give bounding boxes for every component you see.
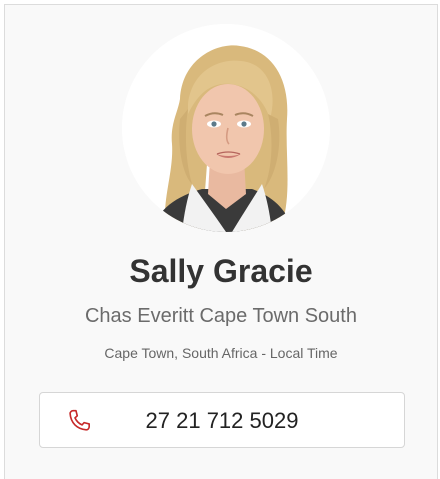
agent-agency: Chas Everitt Cape Town South — [84, 305, 357, 327]
agent-avatar — [122, 24, 330, 232]
agent-card: Sally Gracie Chas Everitt Cape Town Sout… — [4, 4, 438, 479]
agent-location-time: Cape Town, South Africa - Local Time — [104, 345, 338, 361]
agent-name: Sally Gracie — [129, 253, 313, 289]
call-phone-button[interactable]: 27 21 712 5029 — [39, 392, 405, 448]
phone-number: 27 21 712 5029 — [145, 408, 299, 433]
agent-photo — [122, 24, 330, 232]
